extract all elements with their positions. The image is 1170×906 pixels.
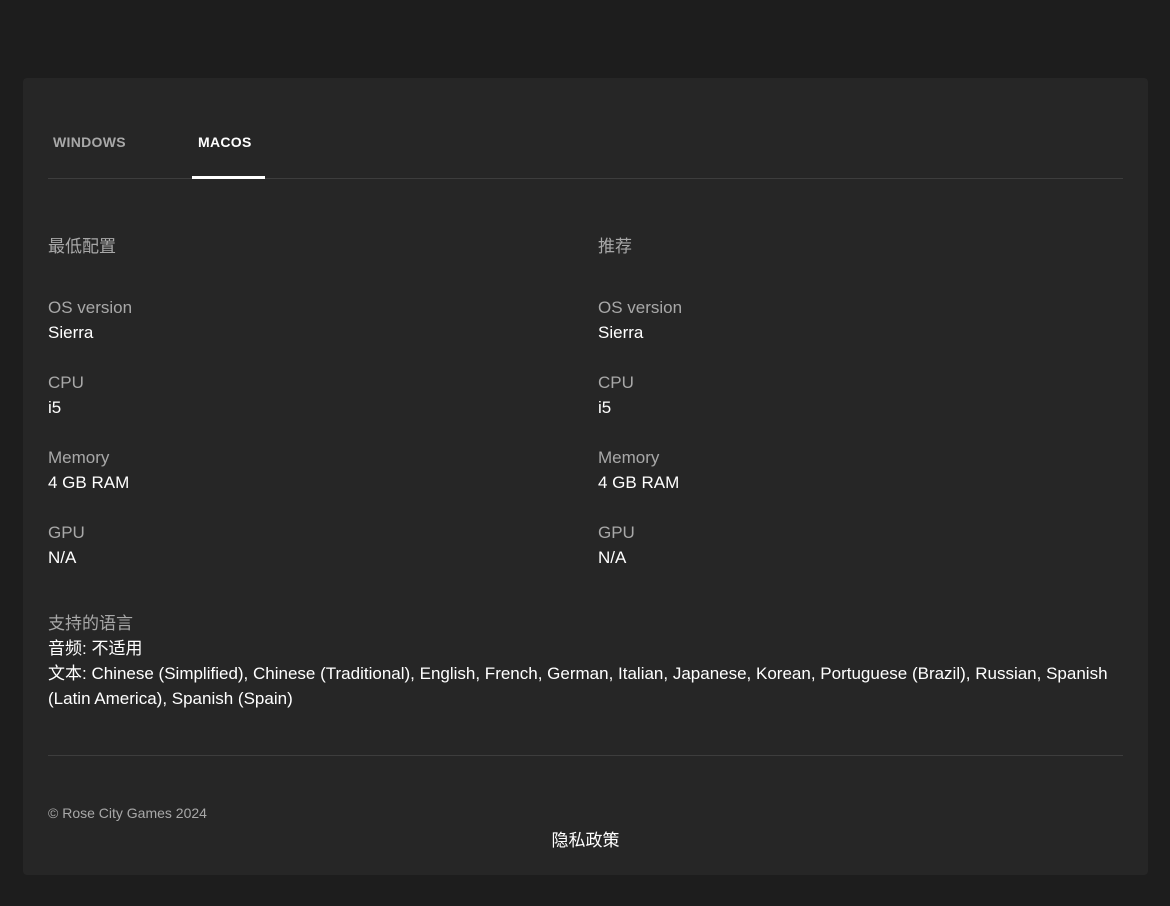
recommended-requirements: 推荐 OS version Sierra CPU i5 Memory 4 GB …	[598, 232, 1118, 595]
active-tab-indicator	[192, 176, 265, 179]
spec-value: Sierra	[48, 323, 94, 342]
tab-windows[interactable]: WINDOWS	[53, 134, 126, 150]
spec-label: Memory	[598, 448, 660, 467]
recommended-title: 推荐	[598, 237, 632, 256]
spec-label: CPU	[598, 373, 634, 392]
supported-languages: 支持的语言 音频: 不适用 文本: Chinese (Simplified), …	[48, 611, 1108, 711]
spec-label: Memory	[48, 448, 110, 467]
spec-value: i5	[48, 398, 62, 417]
platform-tabs: WINDOWS MACOS	[48, 78, 1123, 179]
text-languages: 文本: Chinese (Simplified), Chinese (Tradi…	[48, 664, 1108, 708]
spec-label: GPU	[48, 523, 85, 542]
privacy-policy-link[interactable]: 隐私政策	[23, 826, 1148, 851]
languages-title: 支持的语言	[48, 614, 133, 633]
divider	[48, 755, 1123, 756]
spec-label: GPU	[598, 523, 635, 542]
minimum-requirements: 最低配置 OS version Sierra CPU i5 Memory 4 G…	[48, 232, 568, 595]
audio-languages: 音频: 不适用	[48, 639, 143, 658]
tab-macos[interactable]: MACOS	[198, 134, 252, 150]
spec-value: N/A	[598, 548, 627, 567]
spec-value: Sierra	[598, 323, 644, 342]
spec-value: 4 GB RAM	[598, 473, 680, 492]
spec-value: 4 GB RAM	[48, 473, 130, 492]
system-requirements-card: WINDOWS MACOS 最低配置 OS version Sierra CPU…	[23, 78, 1148, 875]
minimum-title: 最低配置	[48, 237, 116, 256]
spec-label: OS version	[598, 298, 683, 317]
spec-label: CPU	[48, 373, 84, 392]
copyright: © Rose City Games 2024	[48, 805, 207, 821]
spec-label: OS version	[48, 298, 133, 317]
spec-value: N/A	[48, 548, 77, 567]
spec-value: i5	[598, 398, 612, 417]
